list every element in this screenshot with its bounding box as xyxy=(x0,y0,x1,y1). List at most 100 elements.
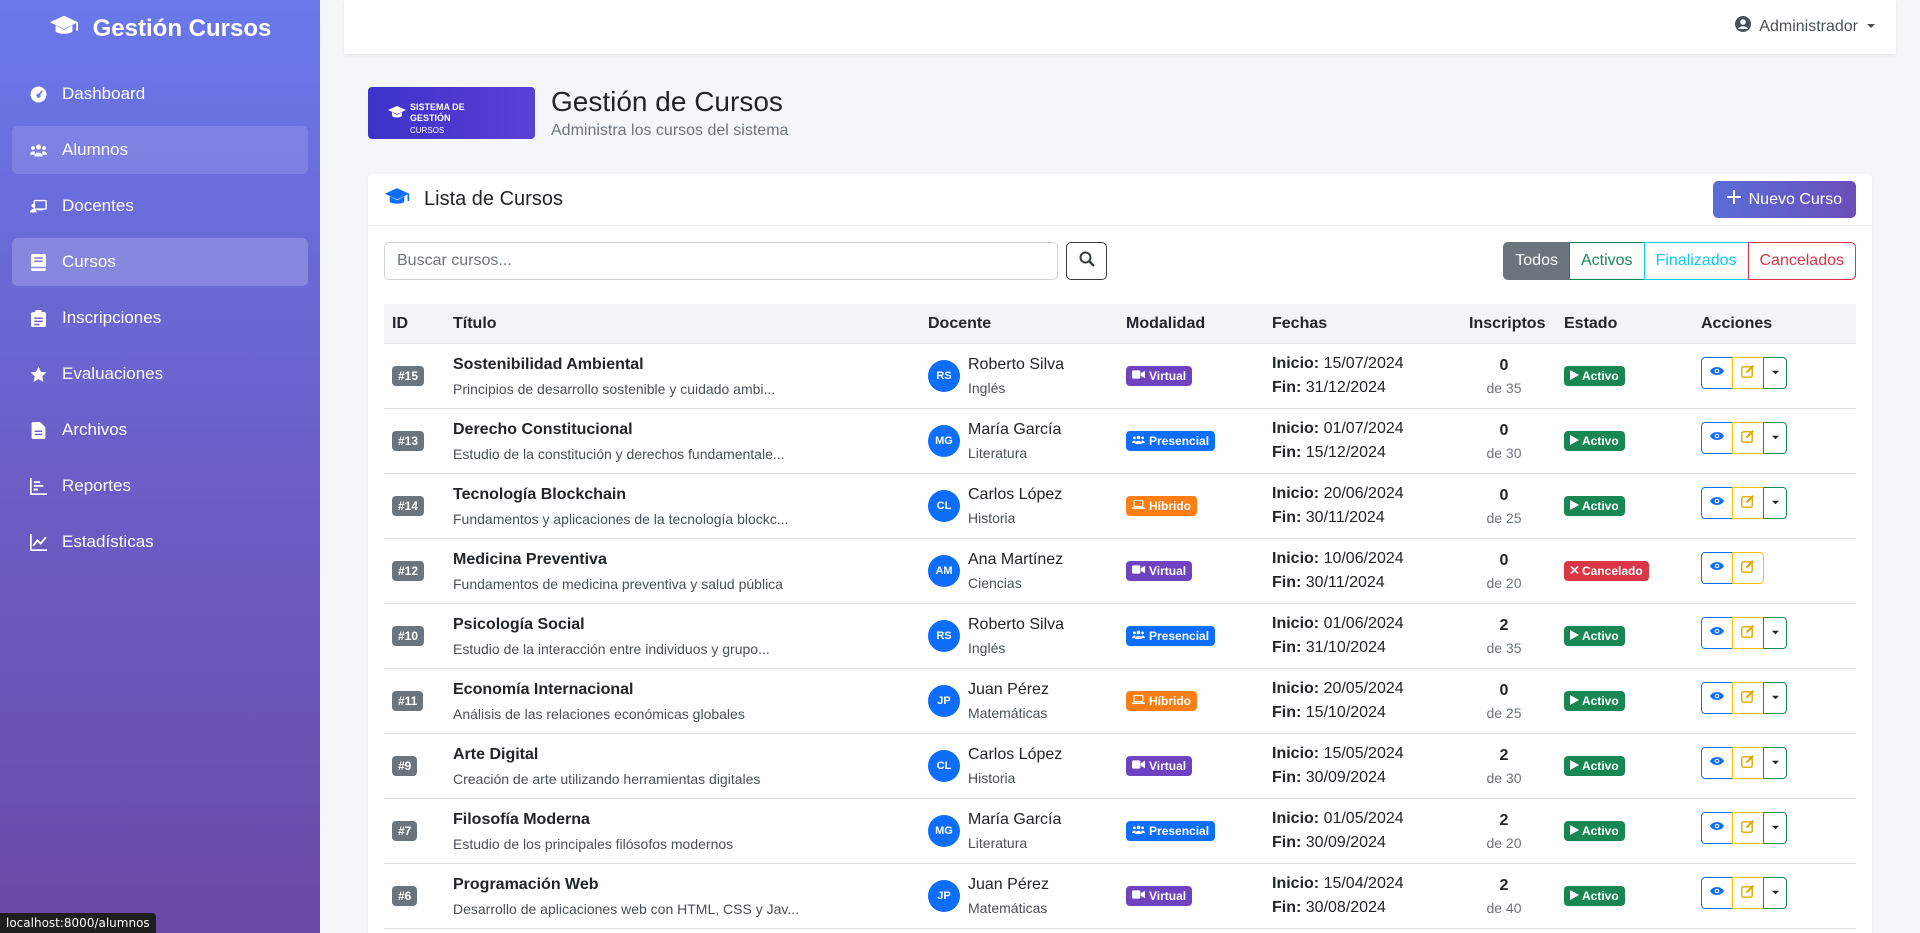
caret-down-icon xyxy=(1771,819,1780,837)
mode-badge: Virtual xyxy=(1126,885,1193,906)
capacity: de 30 xyxy=(1486,444,1522,461)
mode-badge: Presencial xyxy=(1126,625,1216,646)
teacher-info: CL Carlos López Historia xyxy=(928,746,1126,786)
view-button[interactable] xyxy=(1701,682,1733,714)
edit-button[interactable] xyxy=(1732,357,1764,389)
status-badge: Cancelado xyxy=(1564,560,1649,581)
more-actions-dropdown[interactable] xyxy=(1763,422,1787,454)
sidebar-item-cursos[interactable]: Cursos xyxy=(12,238,308,286)
sidebar-item-docentes[interactable]: Docentes xyxy=(12,182,308,230)
edit-button[interactable] xyxy=(1732,877,1764,909)
more-actions-dropdown[interactable] xyxy=(1763,747,1787,779)
search-button[interactable] xyxy=(1066,242,1107,280)
more-actions-dropdown[interactable] xyxy=(1763,682,1787,714)
filter-cancelados[interactable]: Cancelados xyxy=(1747,242,1856,280)
edit-button[interactable] xyxy=(1732,747,1764,779)
filter-activos[interactable]: Activos xyxy=(1568,242,1645,280)
cell-id: #12 xyxy=(384,560,453,581)
end-label: Fin: xyxy=(1272,899,1302,916)
cell-id: #6 xyxy=(384,885,453,906)
new-course-button[interactable]: Nuevo Curso xyxy=(1712,181,1856,218)
user-menu[interactable]: Administrador xyxy=(1735,16,1876,37)
table-row: #9 Arte Digital Creación de arte utiliza… xyxy=(384,734,1856,799)
teacher-name: Carlos López xyxy=(968,746,1063,763)
end-label: Fin: xyxy=(1272,704,1302,721)
sidebar-item-label: Estadísticas xyxy=(62,532,154,551)
status-badge: Activo xyxy=(1564,755,1625,776)
end-label: Fin: xyxy=(1272,574,1302,591)
brand[interactable]: Gestión Cursos xyxy=(0,0,320,58)
cell-dates: Inicio: 15/05/2024 Fin: 30/09/2024 xyxy=(1272,742,1444,790)
more-actions-dropdown[interactable] xyxy=(1763,617,1787,649)
status-label: Activo xyxy=(1582,433,1619,448)
search-input[interactable] xyxy=(384,242,1058,280)
start-value: 15/07/2024 xyxy=(1323,355,1404,372)
course-description: Fundamentos de medicina preventiva y sal… xyxy=(453,575,783,592)
more-actions-dropdown[interactable] xyxy=(1763,357,1787,389)
cell-title: Sostenibilidad Ambiental Principios de d… xyxy=(453,356,928,397)
sidebar-item-alumnos[interactable]: Alumnos xyxy=(12,126,308,174)
filter-finalizados[interactable]: Finalizados xyxy=(1643,242,1749,280)
cell-mode: Híbrido xyxy=(1126,690,1272,711)
more-actions-dropdown[interactable] xyxy=(1763,877,1787,909)
table-body: #15 Sostenibilidad Ambiental Principios … xyxy=(384,344,1856,929)
end-value: 30/11/2024 xyxy=(1305,574,1385,591)
view-button[interactable] xyxy=(1701,617,1733,649)
sidebar-item-label: Dashboard xyxy=(62,84,146,103)
cell-mode: Presencial xyxy=(1126,625,1272,646)
course-description: Estudio de la interacción entre individu… xyxy=(453,640,770,657)
teacher-info: MG María García Literatura xyxy=(928,811,1126,851)
end-date: Fin: 15/10/2024 xyxy=(1272,701,1444,725)
view-button[interactable] xyxy=(1701,422,1733,454)
edit-button[interactable] xyxy=(1732,617,1764,649)
view-button[interactable] xyxy=(1701,812,1733,844)
sidebar-item-inscripciones[interactable]: Inscripciones xyxy=(12,294,308,342)
end-value: 15/10/2024 xyxy=(1305,704,1386,721)
cell-teacher: CL Carlos López Historia xyxy=(928,486,1126,526)
start-value: 15/05/2024 xyxy=(1323,745,1404,762)
sidebar-item-dashboard[interactable]: Dashboard xyxy=(12,70,308,118)
edit-button[interactable] xyxy=(1732,552,1764,584)
cell-enrolled: 0 de 25 xyxy=(1444,487,1564,526)
play-icon xyxy=(1570,759,1579,773)
page-header: SISTEMA DE GESTIÓN CURSOS Gestión de Cur… xyxy=(368,86,788,140)
header-teacher: Docente xyxy=(928,314,992,332)
cell-mode: Presencial xyxy=(1126,820,1272,841)
course-description: Desarrollo de aplicaciones web con HTML,… xyxy=(453,900,799,917)
page-title: Gestión de Cursos xyxy=(551,86,783,117)
edit-button[interactable] xyxy=(1732,812,1764,844)
more-actions-dropdown[interactable] xyxy=(1763,487,1787,519)
capacity: de 20 xyxy=(1486,834,1522,851)
view-button[interactable] xyxy=(1701,877,1733,909)
view-button[interactable] xyxy=(1701,357,1733,389)
cell-teacher: AM Ana Martínez Ciencias xyxy=(928,551,1126,591)
cell-title: Arte Digital Creación de arte utilizando… xyxy=(453,746,928,787)
teacher-name: Roberto Silva xyxy=(968,356,1065,373)
more-actions-dropdown[interactable] xyxy=(1763,812,1787,844)
play-icon xyxy=(1570,694,1579,708)
cell-mode: Virtual xyxy=(1126,365,1272,386)
header-dates: Fechas xyxy=(1272,314,1328,332)
edit-button[interactable] xyxy=(1732,487,1764,519)
eye-icon xyxy=(1710,884,1724,903)
cell-status: Activo xyxy=(1564,495,1701,516)
filter-todos[interactable]: Todos xyxy=(1503,242,1570,280)
teacher-subject: Matemáticas xyxy=(968,705,1048,721)
cell-dates: Inicio: 01/06/2024 Fin: 31/10/2024 xyxy=(1272,612,1444,660)
sidebar-item-evaluaciones[interactable]: Evaluaciones xyxy=(12,350,308,398)
start-date: Inicio: 01/05/2024 xyxy=(1272,807,1444,831)
view-button[interactable] xyxy=(1701,747,1733,779)
start-value: 20/05/2024 xyxy=(1323,680,1404,697)
edit-button[interactable] xyxy=(1732,422,1764,454)
cell-id: #7 xyxy=(384,820,453,841)
teacher-info: JP Juan Pérez Matemáticas xyxy=(928,681,1126,721)
cell-enrolled: 0 de 20 xyxy=(1444,552,1564,591)
cell-enrolled: 2 de 30 xyxy=(1444,747,1564,786)
view-button[interactable] xyxy=(1701,487,1733,519)
sidebar-item-archivos[interactable]: Archivos xyxy=(12,406,308,454)
sidebar-item-estadisticas[interactable]: Estadísticas xyxy=(12,518,308,566)
view-button[interactable] xyxy=(1701,552,1733,584)
edit-button[interactable] xyxy=(1732,682,1764,714)
sidebar-item-reportes[interactable]: Reportes xyxy=(12,462,308,510)
cell-id: #14 xyxy=(384,495,453,516)
